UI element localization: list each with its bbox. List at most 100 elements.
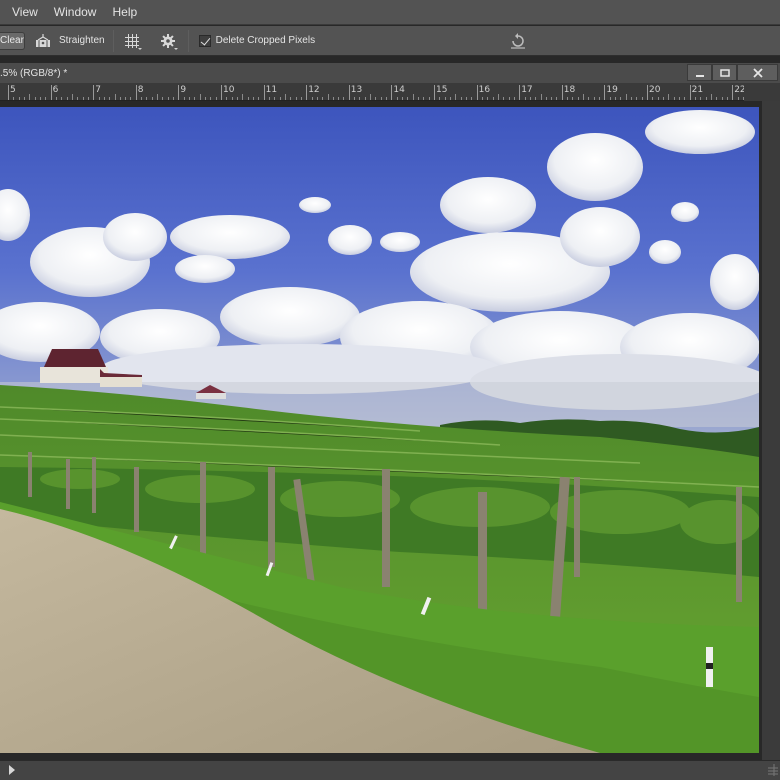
ruler-minor-tick xyxy=(34,97,36,100)
ruler-minor-tick xyxy=(98,97,100,100)
ruler-minor-tick xyxy=(18,97,20,100)
ruler-major-tick xyxy=(50,85,52,100)
separator xyxy=(112,29,114,52)
ruler-minor-tick xyxy=(572,97,574,100)
maximize-button[interactable] xyxy=(712,64,737,81)
ruler-minor-tick xyxy=(577,97,579,100)
status-menu-arrow-icon[interactable] xyxy=(9,765,15,775)
ruler-minor-tick xyxy=(407,97,409,100)
overlay-options-button[interactable] xyxy=(122,31,142,51)
ruler-major-tick xyxy=(476,85,478,100)
delete-cropped-pixels-label[interactable]: Delete Cropped Pixels xyxy=(216,35,316,46)
ruler-minor-tick xyxy=(300,97,302,100)
dropdown-arrow-icon xyxy=(137,47,142,50)
clear-button-label: Clear xyxy=(0,34,24,46)
document-image[interactable] xyxy=(0,107,759,753)
ruler-minor-tick xyxy=(141,97,143,100)
ruler-minor-tick xyxy=(423,97,425,100)
ruler-minor-tick xyxy=(242,94,244,100)
ruler-minor-tick xyxy=(524,97,526,100)
status-bar xyxy=(0,760,780,780)
ruler-minor-tick xyxy=(402,97,404,100)
ruler-minor-tick xyxy=(157,94,159,100)
ruler-minor-tick xyxy=(194,97,196,100)
straighten-label: Straighten xyxy=(59,35,105,46)
ruler-minor-tick xyxy=(684,97,686,100)
ruler-major-tick xyxy=(519,85,521,100)
straighten-button[interactable]: Straighten xyxy=(35,33,105,48)
ruler-minor-tick xyxy=(540,94,542,100)
menu-help[interactable]: Help xyxy=(104,5,145,19)
ruler-label: 15 xyxy=(436,85,448,95)
ruler-minor-tick xyxy=(375,97,377,100)
ruler-minor-tick xyxy=(274,97,276,100)
ruler-minor-tick xyxy=(460,97,462,100)
vertical-scroll-area[interactable] xyxy=(762,101,780,760)
ruler-minor-tick xyxy=(497,94,499,100)
ruler-minor-tick xyxy=(636,97,638,100)
ruler-minor-tick xyxy=(199,94,201,100)
ruler-minor-tick xyxy=(657,97,659,100)
ruler-minor-tick xyxy=(599,97,601,100)
delete-cropped-pixels-checkbox[interactable] xyxy=(198,34,211,47)
ruler-minor-tick xyxy=(359,97,361,100)
ruler-minor-tick xyxy=(231,97,233,100)
dropdown-arrow-icon xyxy=(173,47,178,50)
ruler-minor-tick xyxy=(700,97,702,100)
ruler-minor-tick xyxy=(311,97,313,100)
menu-view[interactable]: View xyxy=(0,5,46,19)
menu-window[interactable]: Window xyxy=(46,5,105,19)
ruler-minor-tick xyxy=(236,97,238,100)
ruler-minor-tick xyxy=(529,97,531,100)
ruler-minor-tick xyxy=(258,97,260,100)
ruler-minor-tick xyxy=(481,97,483,100)
ruler-minor-tick xyxy=(322,97,324,100)
ruler-minor-tick xyxy=(338,97,340,100)
ruler-minor-tick xyxy=(418,97,420,100)
resize-grip-icon[interactable] xyxy=(768,764,778,776)
ruler-minor-tick xyxy=(465,97,467,100)
ruler-minor-tick xyxy=(428,97,430,100)
ruler-minor-tick xyxy=(114,94,116,100)
horizontal-ruler[interactable]: 5 6 7 8 9 10 11 12 13 14 15 16 17 18 19 20 21 22 xyxy=(0,84,744,101)
ruler-major-tick xyxy=(732,85,734,100)
ruler-minor-tick xyxy=(119,97,121,100)
crop-settings-button[interactable] xyxy=(158,31,178,51)
ruler-minor-tick xyxy=(588,97,590,100)
minimize-button[interactable] xyxy=(687,64,712,81)
ruler-minor-tick xyxy=(535,97,537,100)
document-title[interactable]: .5% (RGB/8*) * xyxy=(0,68,67,79)
reset-icon[interactable] xyxy=(509,33,527,49)
ruler-minor-tick xyxy=(662,97,664,100)
ruler-major-tick xyxy=(93,85,95,100)
ruler-minor-tick xyxy=(705,97,707,100)
ruler-minor-tick xyxy=(726,97,728,100)
close-button[interactable] xyxy=(737,64,778,81)
canvas-area xyxy=(0,101,780,760)
ruler-minor-tick xyxy=(327,94,329,100)
options-bar: Clear Straighten Delete Cropped Pixels xyxy=(0,26,780,56)
vineyard-photo xyxy=(0,107,759,753)
ruler-minor-tick xyxy=(710,94,712,100)
ruler-minor-tick xyxy=(82,97,84,100)
ruler-label: 9 xyxy=(180,85,187,95)
ruler-minor-tick xyxy=(39,97,41,100)
ruler-minor-tick xyxy=(641,97,643,100)
clear-button[interactable]: Clear xyxy=(0,31,25,50)
ruler-minor-tick xyxy=(316,97,318,100)
ruler-minor-tick xyxy=(295,97,297,100)
ruler-minor-tick xyxy=(252,97,254,100)
ruler-major-tick xyxy=(135,85,137,100)
ruler-minor-tick xyxy=(290,97,292,100)
ruler-minor-tick xyxy=(609,97,611,100)
ruler-label: 20 xyxy=(649,85,661,95)
ruler-minor-tick xyxy=(694,97,696,100)
ruler-major-tick xyxy=(689,85,691,100)
ruler-minor-tick xyxy=(439,97,441,100)
ruler-minor-tick xyxy=(29,94,31,100)
ruler-minor-tick xyxy=(332,97,334,100)
ruler-major-tick xyxy=(561,85,563,100)
ruler-major-tick xyxy=(178,85,180,100)
ruler-minor-tick xyxy=(492,97,494,100)
ruler-minor-tick xyxy=(678,97,680,100)
